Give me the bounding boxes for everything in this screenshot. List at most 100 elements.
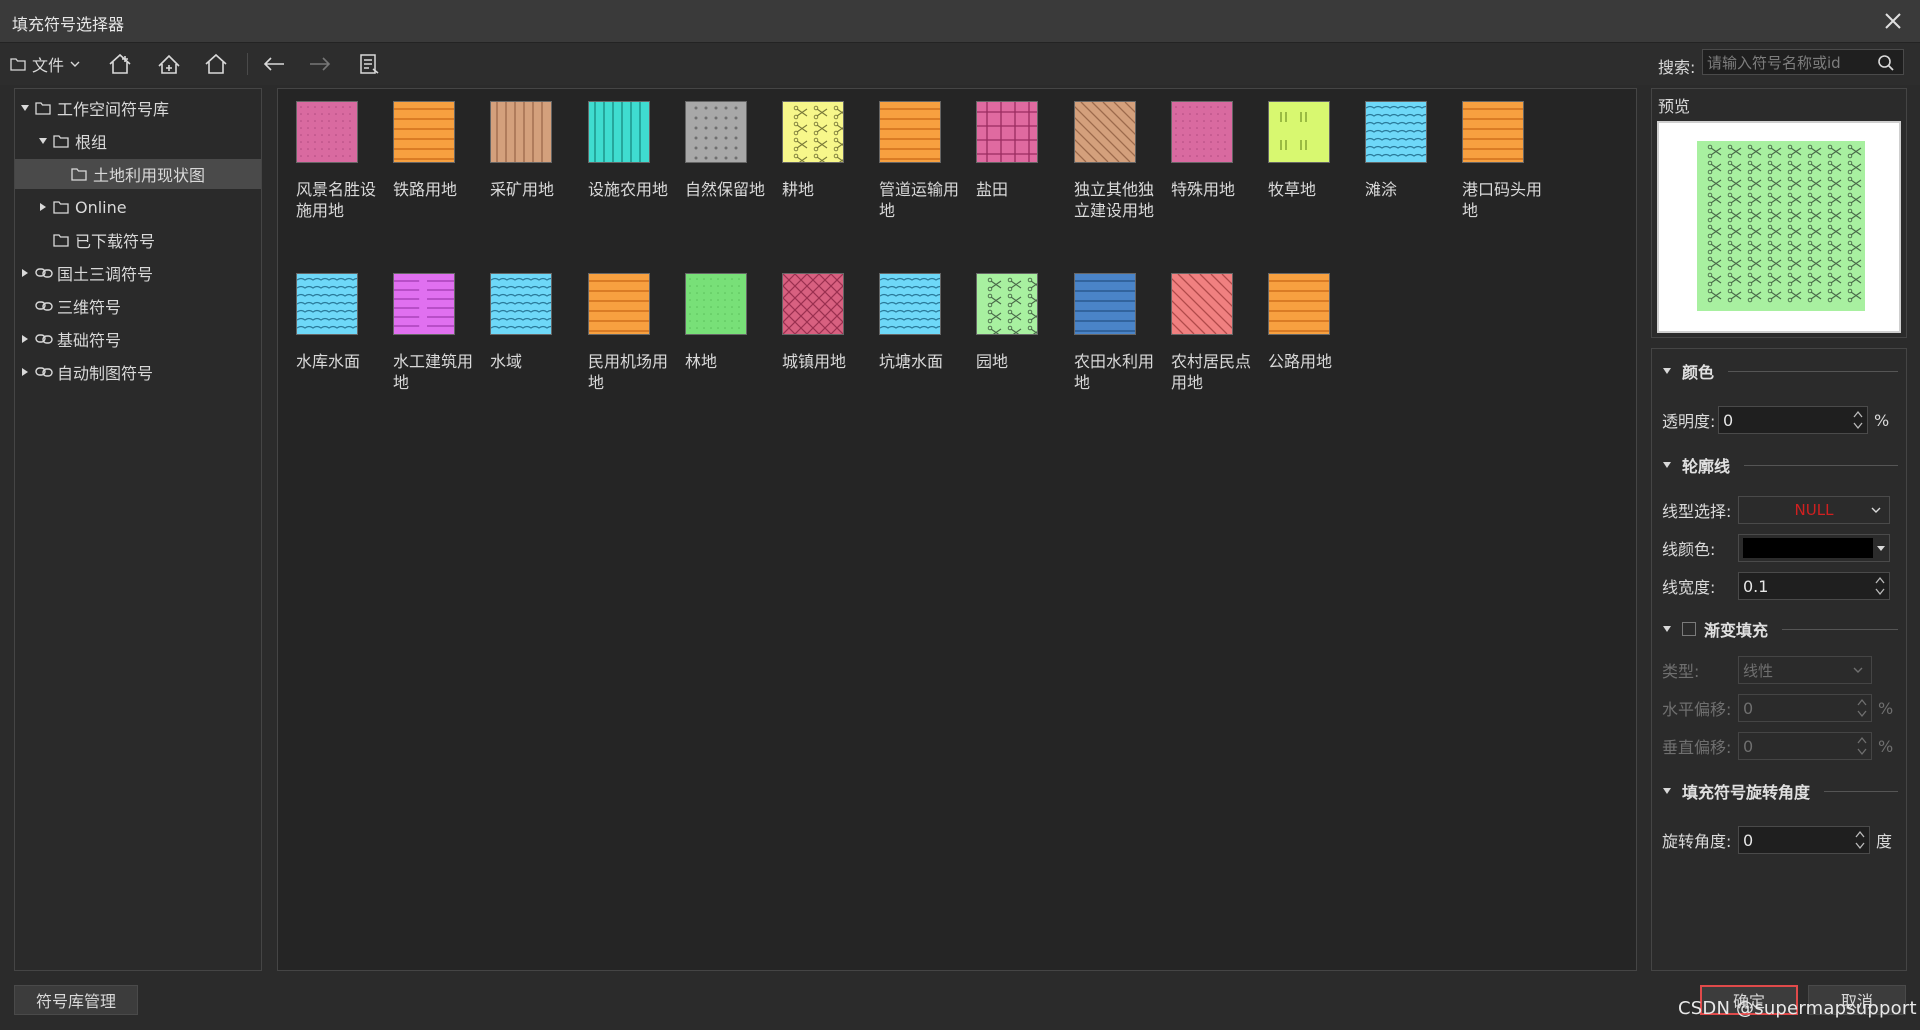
tree-item[interactable]: 土地利用现状图 [15, 159, 261, 189]
symbol-swatch[interactable] [1462, 101, 1524, 163]
symbol-item[interactable]: 滩涂 [1347, 89, 1439, 261]
symbol-item[interactable]: 农村居民点用地 [1153, 261, 1251, 433]
line-color-picker[interactable] [1738, 534, 1890, 562]
rotation-spinbox[interactable]: 0 [1738, 826, 1870, 854]
symbol-item[interactable]: 城镇用地 [764, 261, 856, 433]
rotation-section[interactable]: 填充符号旋转角度 [1662, 779, 1898, 803]
symbol-item[interactable]: 铁路用地 [375, 89, 467, 261]
symbol-item[interactable]: 牧草地 [1250, 89, 1342, 261]
window-title: 填充符号选择器 [12, 15, 125, 34]
search-field[interactable] [1702, 49, 1904, 76]
symbol-swatch[interactable] [588, 101, 650, 163]
symbol-swatch[interactable] [976, 101, 1038, 163]
expand-arrow-down-icon[interactable] [19, 102, 31, 114]
close-icon[interactable] [1880, 8, 1906, 34]
symbol-swatch[interactable] [1074, 273, 1136, 335]
search-icon[interactable] [1877, 54, 1895, 72]
tree-item[interactable]: 自动制图符号 [15, 357, 261, 387]
symbol-item[interactable]: 林地 [667, 261, 759, 433]
spin-arrows-icon[interactable] [1875, 575, 1885, 597]
symbol-swatch[interactable] [490, 273, 552, 335]
expand-arrow-down-icon[interactable] [37, 135, 49, 147]
file-menu[interactable]: 文件 [10, 52, 80, 76]
expand-arrow-right-icon[interactable] [19, 267, 31, 279]
outline-section[interactable]: 轮廓线 [1662, 453, 1898, 477]
symbol-item[interactable]: 风景名胜设施用地 [278, 89, 376, 261]
symbol-swatch[interactable] [1074, 101, 1136, 163]
symbol-swatch[interactable] [1171, 273, 1233, 335]
symbol-swatch[interactable] [1171, 101, 1233, 163]
symbol-swatch[interactable] [879, 273, 941, 335]
symbol-item[interactable]: 民用机场用地 [570, 261, 668, 433]
properties-button[interactable] [354, 51, 384, 77]
expand-arrow-right-icon[interactable] [19, 366, 31, 378]
tree-item[interactable]: 国土三调符号 [15, 258, 261, 288]
symbol-swatch[interactable] [1268, 273, 1330, 335]
home-button[interactable] [201, 51, 231, 77]
symbol-item[interactable]: 园地 [958, 261, 1050, 433]
symbol-swatch[interactable] [685, 101, 747, 163]
line-type-select[interactable]: NULL [1738, 496, 1890, 524]
tree-item[interactable]: 已下载符号 [15, 225, 261, 255]
symbol-label: 水库水面 [296, 352, 361, 371]
symbol-item[interactable]: 设施农用地 [570, 89, 668, 261]
back-button[interactable] [259, 51, 289, 77]
toolbar: 文件 [0, 43, 1920, 85]
symbol-swatch[interactable] [1268, 101, 1330, 163]
gradient-section[interactable]: 渐变填充 [1662, 617, 1898, 641]
symbol-item[interactable]: 水库水面 [278, 261, 370, 433]
symbol-swatch[interactable] [296, 273, 358, 335]
symbol-swatch[interactable] [588, 273, 650, 335]
spin-arrows-icon[interactable] [1855, 829, 1865, 851]
symbol-item[interactable]: 农田水利用地 [1056, 261, 1154, 433]
new-group-button[interactable] [154, 51, 184, 77]
symbol-label: 独立其他独立建设用地 [1074, 180, 1155, 220]
v-offset-spinbox[interactable]: 0 [1738, 732, 1872, 760]
search-input[interactable] [1703, 50, 1874, 76]
symbol-item[interactable]: 采矿用地 [472, 89, 564, 261]
symbol-item[interactable]: 坑塘水面 [861, 261, 953, 433]
tree-item[interactable]: 基础符号 [15, 324, 261, 354]
symbol-swatch[interactable] [490, 101, 552, 163]
tree-item[interactable]: 根组 [15, 126, 261, 156]
transparency-spinbox[interactable]: 0 [1718, 406, 1868, 434]
forward-button[interactable] [305, 51, 335, 77]
symbol-label: 城镇用地 [782, 352, 847, 371]
symbol-item[interactable]: 港口码头用地 [1444, 89, 1542, 261]
fill-pattern-icon [880, 274, 940, 334]
line-width-spinbox[interactable]: 0.1 [1738, 572, 1890, 600]
spin-arrows-icon[interactable] [1857, 697, 1867, 719]
symbol-item[interactable]: 独立其他独立建设用地 [1056, 89, 1154, 261]
color-section[interactable]: 颜色 [1662, 359, 1898, 383]
symbol-swatch[interactable] [685, 273, 747, 335]
symbol-item[interactable]: 管道运输用地 [861, 89, 959, 261]
symbol-swatch[interactable] [296, 101, 358, 163]
expand-arrow-right-icon[interactable] [19, 333, 31, 345]
symbol-item[interactable]: 特殊用地 [1153, 89, 1245, 261]
tree-item[interactable]: 三维符号 [15, 291, 261, 321]
symbol-swatch[interactable] [393, 273, 455, 335]
symbol-item[interactable]: 自然保留地 [667, 89, 765, 261]
symbol-swatch[interactable] [782, 101, 844, 163]
expand-arrow-right-icon[interactable] [37, 201, 49, 213]
h-offset-spinbox[interactable]: 0 [1738, 694, 1872, 722]
symbol-item[interactable]: 水工建筑用地 [375, 261, 473, 433]
symbol-item[interactable]: 耕地 [764, 89, 856, 261]
symbol-item[interactable]: 水域 [472, 261, 564, 433]
gradient-checkbox[interactable] [1682, 622, 1696, 636]
gradient-type-select[interactable]: 线性 [1738, 656, 1872, 684]
symbol-swatch[interactable] [393, 101, 455, 163]
symbol-swatch[interactable] [976, 273, 1038, 335]
new-symbol-button[interactable] [105, 51, 135, 77]
spin-arrows-icon[interactable] [1853, 409, 1863, 431]
spin-arrows-icon[interactable] [1857, 735, 1867, 757]
symbol-swatch[interactable] [782, 273, 844, 335]
symbol-item[interactable]: 公路用地 [1250, 261, 1342, 433]
tree-item[interactable]: Online [15, 192, 261, 222]
tree-item[interactable]: 工作空间符号库 [15, 93, 261, 123]
symbol-item[interactable]: 盐田 [958, 89, 1050, 261]
tree-item-label: 土地利用现状图 [93, 166, 206, 185]
library-manage-button[interactable]: 符号库管理 [14, 985, 138, 1015]
symbol-swatch[interactable] [879, 101, 941, 163]
symbol-swatch[interactable] [1365, 101, 1427, 163]
